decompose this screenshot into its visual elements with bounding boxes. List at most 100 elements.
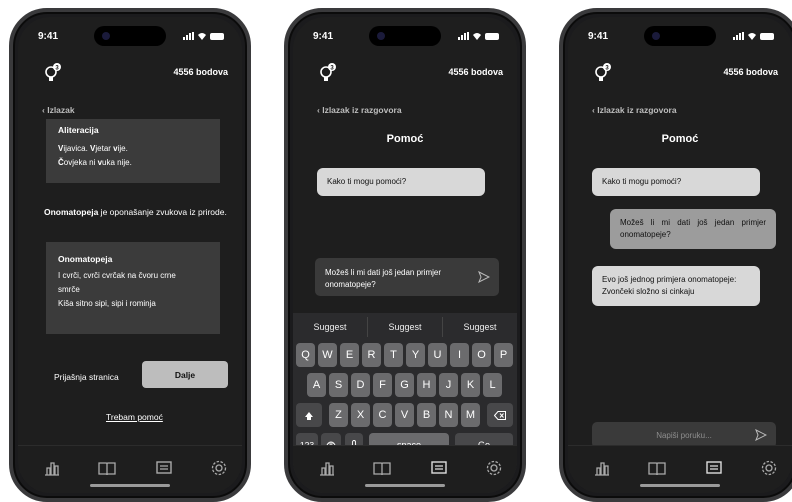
key-p[interactable]: P bbox=[494, 343, 513, 367]
back-link[interactable]: ‹ Izlazak bbox=[42, 105, 75, 115]
key-m[interactable]: M bbox=[461, 403, 480, 427]
phone-chat-typing-screen: 9:41 3 4556 bodova ‹ Izlazak iz razgovor… bbox=[284, 8, 526, 502]
backspace-icon bbox=[493, 411, 506, 421]
top-bar: 3 4556 bodova bbox=[32, 61, 228, 83]
back-link[interactable]: ‹ Izlazak iz razgovora bbox=[317, 105, 402, 115]
chart-icon[interactable] bbox=[318, 459, 336, 477]
points-counter: 4556 bodova bbox=[448, 67, 503, 77]
suggestion-bar: Suggest Suggest Suggest bbox=[293, 317, 517, 337]
lightbulb-hint-icon[interactable]: 3 bbox=[594, 63, 612, 83]
message-input-placeholder: Napiši poruku... bbox=[656, 431, 712, 440]
key-e[interactable]: E bbox=[340, 343, 359, 367]
example-card-onomatopoeia: Onomatopeja I cvrči, cvrči cvrčak na čvo… bbox=[46, 242, 220, 334]
bot-message: Kako ti mogu pomoći? bbox=[592, 168, 760, 196]
phone-lesson-screen: 9:41 3 4556 bodova ‹ Izlazak Aliteracija… bbox=[9, 8, 251, 502]
previous-page-button[interactable]: Prijašnja stranica bbox=[54, 372, 119, 382]
key-z[interactable]: Z bbox=[329, 403, 348, 427]
status-bar: 9:41 bbox=[588, 31, 774, 45]
status-bar: 9:41 bbox=[38, 31, 224, 45]
wifi-icon bbox=[198, 33, 206, 40]
top-bar: 3 4556 bodova bbox=[582, 61, 778, 83]
book-icon[interactable] bbox=[373, 459, 391, 477]
key-t[interactable]: T bbox=[384, 343, 403, 367]
card-line-2: Čovjeka ni vuka nije. bbox=[58, 158, 132, 167]
back-link[interactable]: ‹ Izlazak iz razgovora bbox=[592, 105, 677, 115]
chat-icon[interactable] bbox=[155, 459, 173, 477]
chat-icon[interactable] bbox=[430, 459, 448, 477]
suggestion-3[interactable]: Suggest bbox=[443, 317, 517, 337]
screen: 9:41 3 4556 bodova ‹ Izlazak iz razgovor… bbox=[293, 17, 517, 493]
key-a[interactable]: A bbox=[307, 373, 326, 397]
gear-icon[interactable] bbox=[760, 459, 778, 477]
signal-icon bbox=[458, 32, 469, 40]
suggestion-2[interactable]: Suggest bbox=[368, 317, 443, 337]
card-line-1: I cvrči, cvrči cvrčak na čvoru crne smrč… bbox=[58, 271, 176, 294]
definition-paragraph: Onomatopeja je oponašanje zvukova iz pri… bbox=[44, 207, 227, 217]
send-icon[interactable] bbox=[478, 271, 490, 283]
chart-icon[interactable] bbox=[593, 459, 611, 477]
key-h[interactable]: H bbox=[417, 373, 436, 397]
key-s[interactable]: S bbox=[329, 373, 348, 397]
key-v[interactable]: V bbox=[395, 403, 414, 427]
card-title: Aliteracija bbox=[58, 125, 99, 135]
home-indicator bbox=[640, 484, 720, 487]
send-icon[interactable] bbox=[755, 429, 767, 441]
key-g[interactable]: G bbox=[395, 373, 414, 397]
need-help-link[interactable]: Trebam pomoć bbox=[106, 412, 163, 422]
screen: 9:41 3 4556 bodova ‹ Izlazak iz razgovor… bbox=[568, 17, 792, 493]
key-f[interactable]: F bbox=[373, 373, 392, 397]
key-c[interactable]: C bbox=[373, 403, 392, 427]
back-label: Izlazak iz razgovora bbox=[597, 105, 677, 115]
chat-icon[interactable] bbox=[705, 459, 723, 477]
key-l[interactable]: L bbox=[483, 373, 502, 397]
gear-icon[interactable] bbox=[485, 459, 503, 477]
shift-icon bbox=[305, 411, 313, 420]
key-y[interactable]: Y bbox=[406, 343, 425, 367]
lightbulb-hint-icon[interactable]: 3 bbox=[44, 63, 62, 83]
key-d[interactable]: D bbox=[351, 373, 370, 397]
signal-icon bbox=[733, 32, 744, 40]
signal-icon bbox=[183, 32, 194, 40]
key-o[interactable]: O bbox=[472, 343, 491, 367]
status-bar: 9:41 bbox=[313, 31, 499, 45]
wifi-icon bbox=[748, 33, 756, 40]
home-indicator bbox=[365, 484, 445, 487]
bot-message: Evo još jednog primjera onomatopeje: Zvo… bbox=[592, 266, 760, 306]
status-time: 9:41 bbox=[588, 31, 609, 42]
phone-chat-conversation-screen: 9:41 3 4556 bodova ‹ Izlazak iz razgovor… bbox=[559, 8, 792, 502]
book-icon[interactable] bbox=[648, 459, 666, 477]
top-bar: 3 4556 bodova bbox=[307, 61, 503, 83]
book-icon[interactable] bbox=[98, 459, 116, 477]
shift-key[interactable] bbox=[296, 403, 322, 427]
battery-icon bbox=[485, 32, 499, 40]
key-k[interactable]: K bbox=[461, 373, 480, 397]
example-card-alliteration: Aliteracija Vijavica. Vjetar vije. Čovje… bbox=[46, 119, 220, 183]
points-counter: 4556 bodova bbox=[173, 67, 228, 77]
home-indicator bbox=[90, 484, 170, 487]
battery-icon bbox=[210, 32, 224, 40]
key-r[interactable]: R bbox=[362, 343, 381, 367]
status-time: 9:41 bbox=[313, 31, 334, 42]
lightbulb-hint-icon[interactable]: 3 bbox=[319, 63, 337, 83]
key-n[interactable]: N bbox=[439, 403, 458, 427]
key-w[interactable]: W bbox=[318, 343, 337, 367]
gear-icon[interactable] bbox=[210, 459, 228, 477]
card-line-1: Vijavica. Vjetar vije. bbox=[58, 144, 128, 153]
message-composer[interactable]: Možeš li mi dati još jedan primjer onoma… bbox=[315, 258, 499, 296]
card-title: Onomatopeja bbox=[58, 254, 113, 264]
key-x[interactable]: X bbox=[351, 403, 370, 427]
key-i[interactable]: I bbox=[450, 343, 469, 367]
backspace-key[interactable] bbox=[487, 403, 513, 427]
points-counter: 4556 bodova bbox=[723, 67, 778, 77]
card-line-2: Kiša sitno sipi, sipi i rominja bbox=[58, 299, 156, 308]
key-j[interactable]: J bbox=[439, 373, 458, 397]
suggestion-1[interactable]: Suggest bbox=[293, 317, 368, 337]
chart-icon[interactable] bbox=[43, 459, 61, 477]
back-label: Izlazak iz razgovora bbox=[322, 105, 402, 115]
battery-icon bbox=[760, 32, 774, 40]
key-u[interactable]: U bbox=[428, 343, 447, 367]
next-button[interactable]: Dalje bbox=[142, 361, 228, 388]
key-q[interactable]: Q bbox=[296, 343, 315, 367]
message-input-text[interactable]: Možeš li mi dati još jedan primjer onoma… bbox=[325, 267, 471, 291]
key-b[interactable]: B bbox=[417, 403, 436, 427]
